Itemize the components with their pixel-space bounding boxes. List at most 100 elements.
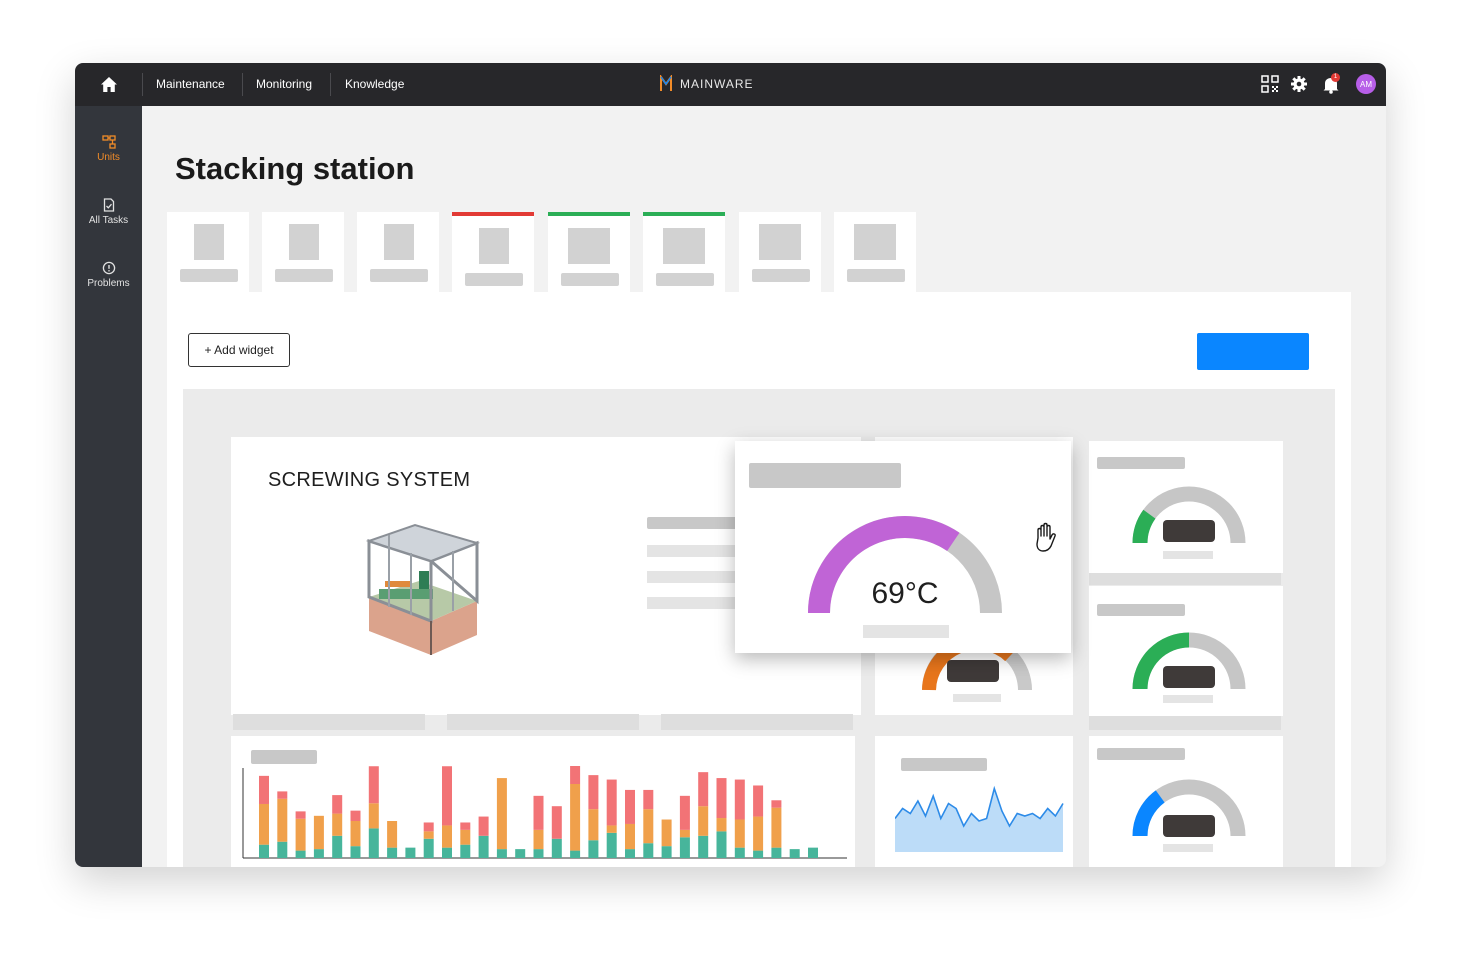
- bar-segment: [295, 850, 306, 858]
- unit-tab-ok[interactable]: [548, 212, 630, 292]
- machine-3d-model-image: [365, 523, 481, 655]
- bar-segment: [551, 806, 562, 839]
- line-chart-widget[interactable]: [875, 736, 1073, 867]
- unit-tab[interactable]: [739, 212, 821, 292]
- nav-maintenance[interactable]: Maintenance: [156, 77, 225, 91]
- bar-segment: [442, 847, 452, 858]
- bar-segment: [625, 823, 635, 850]
- bar-segment: [277, 791, 288, 799]
- bar-segment: [496, 849, 507, 858]
- bar-segment: [496, 778, 507, 850]
- bar-segment: [588, 775, 599, 810]
- stacked-bar-chart: [242, 766, 847, 859]
- bar-segment: [259, 844, 269, 858]
- bar-segment: [423, 838, 434, 858]
- home-button[interactable]: [75, 63, 142, 106]
- bar-segment: [350, 846, 361, 858]
- bar-segment: [478, 835, 489, 858]
- gear-icon[interactable]: [1290, 75, 1308, 93]
- bar-segment: [332, 835, 343, 858]
- alert-circle-icon: [102, 261, 115, 275]
- sidebar: Units All Tasks Problems: [75, 106, 142, 867]
- bar-segment: [313, 849, 324, 858]
- bar-segment: [570, 766, 581, 784]
- bar-segment: [313, 815, 324, 850]
- bar-segment: [405, 847, 416, 858]
- bar-segment: [350, 821, 361, 847]
- qr-code-icon[interactable]: [1261, 75, 1279, 93]
- page-title: Stacking station: [175, 151, 415, 186]
- gauge-widget[interactable]: [1089, 441, 1283, 573]
- sidebar-item-label: Problems: [87, 278, 130, 289]
- task-file-icon: [103, 198, 114, 212]
- sidebar-item-label: Units: [97, 152, 120, 163]
- bar-segment: [460, 829, 471, 845]
- nav-divider: [330, 73, 331, 96]
- bar-segment: [460, 822, 471, 830]
- nav-knowledge[interactable]: Knowledge: [345, 77, 404, 91]
- bar-segment: [368, 803, 379, 829]
- notifications-button[interactable]: 1: [1322, 73, 1340, 94]
- bar-segment: [679, 829, 690, 838]
- bar-segment: [753, 850, 764, 858]
- bar-segment: [734, 847, 745, 858]
- bar-segment: [625, 789, 635, 824]
- unit-tab[interactable]: [167, 212, 249, 292]
- bar-segment: [716, 831, 727, 858]
- primary-action-button[interactable]: [1197, 333, 1309, 370]
- bar-segment: [698, 772, 709, 807]
- bar-segment: [277, 798, 288, 842]
- bar-segment: [679, 795, 690, 830]
- line-chart: [895, 785, 1064, 852]
- nav-monitoring[interactable]: Monitoring: [256, 77, 312, 91]
- unit-tab[interactable]: [357, 212, 439, 292]
- bar-segment: [478, 816, 489, 836]
- system-name: SCREWING SYSTEM: [268, 469, 471, 491]
- bar-segment: [533, 795, 544, 830]
- bar-segment: [606, 779, 617, 826]
- sidebar-item-units[interactable]: Units: [75, 135, 142, 163]
- bar-segment: [734, 779, 745, 820]
- bar-segment: [460, 844, 471, 858]
- bar-segment: [808, 847, 818, 858]
- mainware-logo-icon: [660, 75, 672, 91]
- gauge-widget[interactable]: [1089, 736, 1283, 867]
- bar-segment: [643, 789, 654, 810]
- bar-segment: [588, 840, 599, 858]
- sidebar-item-problems[interactable]: Problems: [75, 261, 142, 289]
- top-navigation-bar: Maintenance Monitoring Knowledge MAINWAR…: [75, 63, 1386, 106]
- bar-segment: [551, 838, 562, 858]
- temperature-gauge-widget-dragging[interactable]: 69°C: [735, 441, 1071, 653]
- brand-name: MAINWARE: [680, 77, 754, 91]
- unit-tab[interactable]: [262, 212, 344, 292]
- home-icon: [100, 77, 117, 92]
- bar-segment: [533, 849, 544, 858]
- bar-segment: [350, 810, 361, 821]
- unit-tab-error[interactable]: [452, 212, 534, 292]
- bar-segment: [771, 800, 782, 808]
- bar-segment: [716, 818, 727, 832]
- app-window: Maintenance Monitoring Knowledge MAINWAR…: [75, 63, 1386, 867]
- units-icon: [101, 135, 116, 149]
- brand-logo[interactable]: MAINWARE: [659, 75, 754, 93]
- user-avatar[interactable]: AM: [1356, 74, 1376, 94]
- bar-segment: [606, 825, 617, 833]
- bar-segment: [332, 795, 343, 814]
- bar-segment: [588, 809, 599, 841]
- unit-tab[interactable]: [834, 212, 916, 292]
- add-widget-button[interactable]: + Add widget: [188, 333, 290, 367]
- gauge-value: [1132, 790, 1165, 837]
- unit-tab-ok[interactable]: [643, 212, 725, 292]
- bar-segment: [259, 775, 269, 804]
- bar-segment: [625, 849, 635, 858]
- bar-segment: [570, 784, 581, 851]
- sidebar-item-label: All Tasks: [88, 215, 129, 226]
- bar-segment: [734, 819, 745, 848]
- bar-segment: [789, 849, 800, 858]
- gauge-widget[interactable]: [1089, 586, 1283, 716]
- bar-segment: [771, 807, 782, 848]
- sidebar-item-all-tasks[interactable]: All Tasks: [75, 198, 142, 226]
- stacked-bar-chart-widget[interactable]: [231, 736, 855, 867]
- bar-segment: [295, 818, 306, 851]
- bar-segment: [753, 816, 764, 851]
